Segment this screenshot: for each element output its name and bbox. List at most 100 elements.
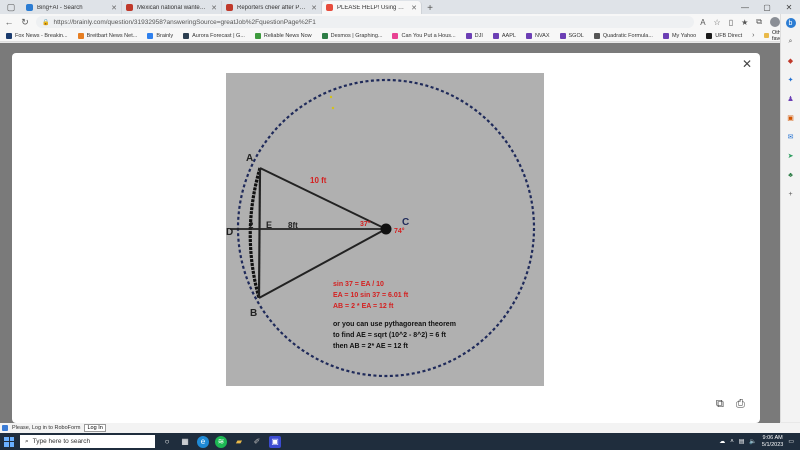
add-icon[interactable]: + — [786, 189, 796, 199]
weather-icon[interactable]: ☁ — [719, 438, 725, 445]
favorite-item[interactable]: Can You Put a Hous... — [392, 32, 456, 39]
chevron-up-icon[interactable]: ˄ — [730, 439, 734, 445]
favorite-icon — [147, 32, 154, 39]
favorite-label: Breitbart News Net... — [86, 32, 138, 39]
tab-2[interactable]: Reporters cheer after President B ✕ — [222, 1, 322, 14]
split-screen-icon[interactable]: ▯ — [729, 18, 733, 27]
favorite-label: Aurora Forecast | G... — [192, 32, 245, 39]
close-icon[interactable]: ✕ — [411, 4, 417, 12]
center-point — [380, 223, 392, 235]
shopping-icon[interactable]: ◆ — [786, 56, 796, 66]
dot-mark — [331, 106, 335, 110]
roboform-icon — [2, 425, 8, 431]
send-icon[interactable]: ➤ — [786, 151, 796, 161]
system-tray: ☁ ˄ ▤ 🔈 9:06 AM 5/1/2023 ▭ — [719, 435, 800, 449]
read-aloud-icon[interactable]: A — [700, 18, 705, 27]
favorite-label: AAPL — [501, 32, 516, 39]
favorite-icon — [559, 32, 566, 39]
login-button[interactable]: Log In — [84, 424, 106, 432]
new-tab-icon[interactable]: + — [422, 3, 438, 14]
close-icon[interactable]: ✕ — [211, 4, 217, 12]
favorite-item[interactable]: Quadratic Formula... — [593, 32, 653, 39]
work-line-red-2: EA = 10 sin 37 = 6.01 ft — [333, 292, 409, 299]
tab-3-active[interactable]: PLEASE HELP! Using a ton of my ✕ — [322, 1, 422, 14]
favorite-label: Quadratic Formula... — [602, 32, 653, 39]
favorite-item[interactable]: Desmos | Graphing... — [321, 32, 382, 39]
tab-0[interactable]: Bing+AI - Search ✕ — [22, 1, 122, 14]
widgets-icon[interactable]: ▦ — [179, 436, 191, 448]
close-icon[interactable]: ✕ — [111, 4, 117, 12]
favorite-star-icon[interactable]: ☆ — [714, 18, 721, 27]
open-external-icon[interactable]: ⧉ — [716, 398, 724, 411]
address-bar: ← ↻ 🔒 https://brainly.com/question/31932… — [0, 14, 800, 30]
label-full-angle: 74° — [394, 227, 405, 235]
favorite-icon — [6, 32, 12, 39]
label-b: B — [250, 308, 257, 319]
refresh-icon[interactable]: ↻ — [20, 17, 30, 28]
back-icon[interactable]: ← — [4, 17, 14, 27]
favorite-item[interactable]: UFB Direct — [706, 32, 742, 39]
geometry-photo: A B C D E 2 8ft 10 ft 37° 74° sin 37 = E… — [226, 73, 544, 386]
print-icon[interactable]: ⎙ — [736, 398, 745, 411]
explorer-icon[interactable]: ▰ — [233, 436, 245, 448]
maximize-icon[interactable]: ▢ — [756, 0, 778, 14]
tab-favicon — [326, 4, 333, 11]
volume-icon[interactable]: 🔈 — [749, 438, 756, 445]
tab-title: Mexican national wanted in dea — [137, 4, 207, 11]
close-icon[interactable]: ✕ — [742, 57, 752, 71]
collections-icon[interactable]: ⧉ — [756, 17, 762, 27]
label-e: E — [266, 220, 272, 230]
chevron-right-icon[interactable]: › — [752, 32, 754, 39]
favorite-item[interactable]: Fox News - Breakin... — [6, 32, 68, 39]
search-icon[interactable]: ⌕ — [786, 37, 796, 47]
favorite-item[interactable]: My Yahoo — [662, 32, 696, 39]
windows-start-icon[interactable] — [4, 436, 14, 447]
favorite-item[interactable]: SGOL — [559, 32, 584, 39]
tab-title: Bing+AI - Search — [37, 4, 83, 11]
games-icon[interactable]: ♟ — [786, 94, 796, 104]
bing-chat-icon[interactable]: b — [785, 18, 796, 28]
label-ac-length: 10 ft — [310, 176, 327, 185]
favorite-item[interactable]: Reliable News Now — [254, 32, 312, 39]
favorite-item[interactable]: AAPL — [492, 32, 516, 39]
favorite-item[interactable]: Brainly — [147, 32, 173, 39]
folder-icon — [764, 33, 769, 38]
task-view-icon[interactable]: ○ — [161, 436, 173, 448]
close-window-icon[interactable]: ✕ — [778, 0, 800, 14]
pen-icon[interactable]: ✐ — [251, 436, 263, 448]
favorite-icon — [392, 32, 399, 39]
favorite-item[interactable]: Aurora Forecast | G... — [183, 32, 245, 39]
favorite-label: Reliable News Now — [263, 32, 312, 39]
tab-1[interactable]: Mexican national wanted in dea ✕ — [122, 1, 222, 14]
clock[interactable]: 9:06 AM 5/1/2023 — [762, 435, 783, 449]
favorite-label: DJI — [474, 32, 483, 39]
favorite-label: NVAX — [534, 32, 550, 39]
office-icon[interactable]: ▣ — [786, 113, 796, 123]
favorite-item[interactable]: NVAX — [525, 32, 550, 39]
chord-ab — [257, 167, 262, 299]
favorite-icon — [77, 32, 84, 39]
tree-icon[interactable]: ♣ — [786, 170, 796, 180]
tab-actions-icon[interactable]: ▢ — [0, 0, 22, 14]
favorite-icon — [183, 32, 190, 39]
minimize-icon[interactable]: — — [734, 0, 756, 14]
notification-icon[interactable]: ▭ — [788, 438, 794, 445]
profile-avatar[interactable] — [770, 17, 780, 27]
network-icon[interactable]: ▤ — [739, 438, 745, 445]
favorite-item[interactable]: DJI — [465, 32, 483, 39]
close-icon[interactable]: ✕ — [311, 4, 317, 12]
favorite-item[interactable]: Breitbart News Net... — [77, 32, 138, 39]
tools-icon[interactable]: ✦ — [786, 75, 796, 85]
app-icon[interactable]: ▣ — [269, 435, 281, 448]
spotify-icon[interactable]: ≋ — [215, 435, 227, 448]
work-line-red-1: sin 37 = EA / 10 — [333, 281, 384, 288]
favorite-icon — [321, 32, 328, 39]
taskbar-search[interactable]: ⌕ Type here to search — [20, 435, 155, 448]
edge-icon[interactable]: e — [197, 435, 209, 448]
outlook-icon[interactable]: ✉ — [786, 132, 796, 142]
label-d: D — [226, 227, 233, 238]
favorite-label: Fox News - Breakin... — [15, 32, 68, 39]
dot-mark — [329, 95, 333, 99]
url-field[interactable]: 🔒 https://brainly.com/question/31932958?… — [36, 16, 695, 28]
favorites-icon[interactable]: ★ — [741, 18, 748, 27]
